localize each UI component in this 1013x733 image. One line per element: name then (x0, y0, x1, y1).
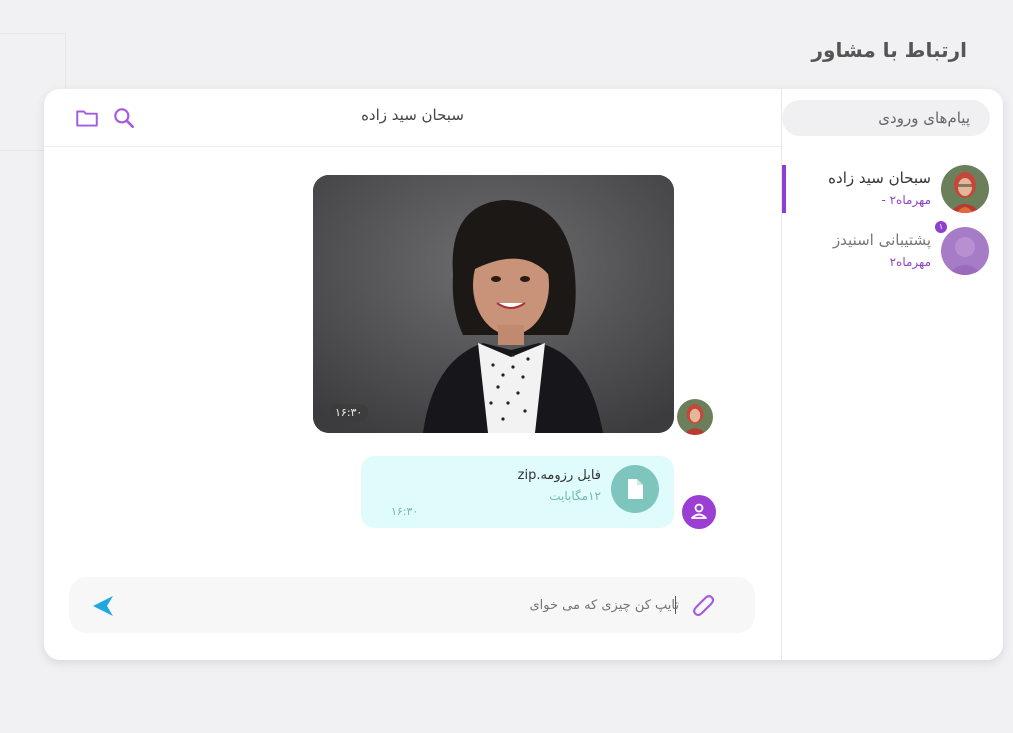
message-composer (69, 577, 755, 633)
contact-date: مهرماه۲ (889, 255, 931, 269)
send-icon[interactable] (89, 593, 119, 619)
file-size: ۱۲مگابایت (549, 489, 601, 503)
contact-name: پشتیبانی اسنیدز (832, 231, 931, 249)
contact-item-support[interactable]: ۱ پشتیبانی اسنیدز مهرماه۲ (781, 221, 1003, 279)
image-message[interactable]: ۱۶:۳۰ (313, 175, 674, 433)
inbox-tab[interactable]: پیام‌های ورودی (782, 100, 990, 136)
message-input[interactable] (139, 591, 679, 619)
avatar (941, 165, 989, 213)
contact-item-sobhan[interactable]: سبحان سید زاده مهرماه۲ - (781, 165, 1003, 217)
avatar (677, 399, 713, 435)
conversation-sidebar: پیام‌های ورودی سبحان سید زاده مهرماه۲ - (781, 89, 1003, 660)
message-time: ۱۶:۳۰ (391, 505, 419, 518)
contact-name: سبحان سید زاده (828, 169, 931, 187)
avatar (941, 227, 989, 275)
message-time: ۱۶:۳۰ (329, 404, 369, 421)
file-name: فایل رزومه.zip (517, 468, 601, 483)
contact-date: مهرماه۲ - (881, 193, 931, 207)
chat-title: سبحان سید زاده (361, 106, 464, 124)
page-title: ارتباط با مشاور (811, 38, 967, 62)
user-icon (682, 495, 716, 529)
folder-icon[interactable] (74, 105, 100, 131)
search-icon[interactable] (111, 105, 137, 131)
photo (313, 175, 674, 433)
paperclip-icon[interactable] (689, 591, 717, 619)
unread-badge: ۱ (935, 221, 947, 233)
chat-card: پیام‌های ورودی سبحان سید زاده مهرماه۲ - (44, 89, 1003, 660)
file-message[interactable]: فایل رزومه.zip ۱۲مگابایت ۱۶:۳۰ (361, 456, 674, 528)
chat-header: سبحان سید زاده (44, 89, 781, 147)
file-icon[interactable] (611, 465, 659, 513)
